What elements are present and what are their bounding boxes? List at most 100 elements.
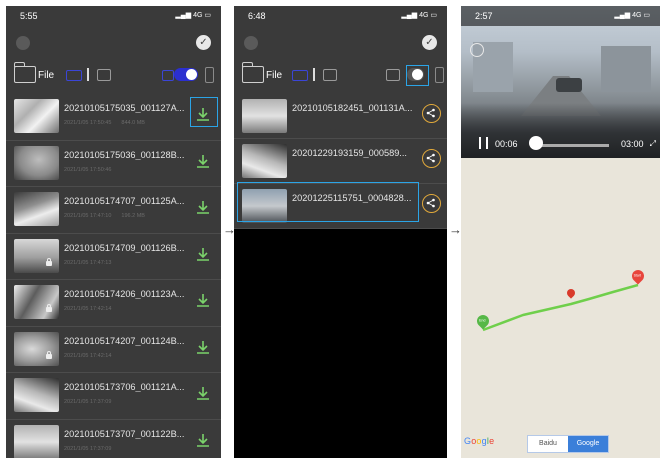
file-name: 20210105173706_001121A...: [64, 382, 185, 392]
file-name: 20210105173707_001122B...: [64, 428, 185, 439]
video-thumbnail: [14, 378, 59, 412]
video-scene-building: [601, 46, 651, 92]
lock-icon: [46, 304, 52, 312]
back-icon[interactable]: [16, 36, 30, 50]
nav-bar: ✓: [6, 28, 221, 58]
list-item[interactable]: 20210105173706_001121A... 2021/1/05 17:3…: [6, 373, 221, 420]
toggle-highlight: [406, 65, 429, 86]
toolbar-divider: [87, 68, 89, 81]
file-label[interactable]: File: [266, 70, 282, 81]
download-icon[interactable]: [193, 431, 213, 451]
list-item[interactable]: 20210105174709_001126B... 2021/1/05 17:4…: [6, 234, 221, 280]
video-thumbnail: [14, 145, 59, 180]
file-meta: 2021/1/05 17:50:45 844.0 MB: [64, 120, 145, 126]
nav-bar: ✓: [234, 28, 447, 58]
phone-screen-playback-map: 2:57 ▂▄▆ 4G ▭ 00:06 03:00 ⤢ End Start Go…: [461, 6, 660, 458]
file-name: 20210105182451_001131A...: [292, 103, 413, 113]
status-bar: 2:57 ▂▄▆ 4G ▭: [461, 6, 660, 26]
phone-screen-downloaded-list: 6:48 ▂▄▆ 4G ▭ ✓ File 20210105182451_0011…: [234, 6, 447, 458]
google-map-button[interactable]: Google: [568, 436, 608, 452]
status-time: 5:55: [20, 11, 38, 21]
photo-filter-icon[interactable]: [323, 69, 337, 81]
lock-icon: [46, 257, 52, 266]
download-icon[interactable]: [193, 338, 213, 358]
list-item[interactable]: 20210105174207_001124B... 2021/1/05 17:4…: [6, 327, 221, 373]
select-check-icon[interactable]: ✓: [196, 35, 211, 50]
mode-toggle[interactable]: [174, 68, 198, 81]
lock-icon: [46, 350, 52, 359]
toolbar-divider: [313, 68, 315, 81]
share-icon[interactable]: [422, 104, 441, 123]
video-scene-car: [556, 78, 582, 92]
video-filter-icon[interactable]: [292, 70, 308, 81]
video-thumbnail: [14, 99, 59, 133]
status-bar: 6:48 ▂▄▆ 4G ▭: [234, 6, 447, 26]
download-highlight: [190, 97, 218, 127]
fullscreen-icon[interactable]: ⤢: [650, 139, 656, 149]
file-name: 20210105174207_001124B...: [64, 335, 185, 346]
map-provider-switch: Baidu Google: [527, 435, 609, 453]
video-filter-icon[interactable]: [66, 70, 82, 81]
list-item[interactable]: 20210105175036_001128B... 2021/1/05 17:5…: [6, 141, 221, 187]
video-thumbnail: [14, 238, 59, 273]
download-icon[interactable]: [193, 384, 213, 404]
download-icon[interactable]: [193, 291, 213, 311]
total-time: 03:00: [621, 139, 644, 149]
video-thumbnail: [242, 99, 287, 133]
current-time: 00:06: [495, 139, 518, 149]
phone-storage-icon[interactable]: [205, 67, 214, 83]
baidu-map-button[interactable]: Baidu: [528, 436, 568, 452]
signal-indicator: ▂▄▆ 4G ▭: [401, 12, 437, 19]
file-meta: 2021/1/05 17:37:09: [64, 399, 112, 405]
list-item[interactable]: 20201229193159_000589...: [234, 139, 447, 184]
file-meta: 2021/1/05 17:42:14: [64, 352, 112, 359]
video-thumbnail: [14, 192, 59, 226]
file-meta: 2021/1/05 17:37:09: [64, 445, 112, 452]
file-meta: 2021/1/05 17:42:14: [64, 306, 112, 312]
file-meta: 2021/1/05 17:50:46: [64, 166, 112, 173]
select-check-icon[interactable]: ✓: [422, 35, 437, 50]
file-name: 20210105175036_001128B...: [64, 149, 185, 160]
back-icon[interactable]: [244, 36, 258, 50]
video-thumbnail: [14, 285, 59, 319]
back-icon[interactable]: [470, 43, 484, 57]
route-map[interactable]: End Start Google Baidu Google: [461, 158, 660, 458]
list-item[interactable]: 20210105173707_001122B... 2021/1/05 17:3…: [6, 420, 221, 458]
video-thumbnail: [242, 144, 287, 178]
list-item[interactable]: 20210105175035_001127A... 2021/1/05 17:5…: [6, 94, 221, 141]
file-name: 20201229193159_000589...: [292, 148, 407, 158]
file-toolbar: File: [6, 61, 221, 91]
file-name: 20210105174707_001125A...: [64, 196, 185, 206]
file-list: 20210105175035_001127A... 2021/1/05 17:5…: [6, 94, 221, 458]
video-thumbnail: [14, 424, 59, 458]
download-icon[interactable]: [193, 198, 213, 218]
status-time: 2:57: [475, 11, 493, 21]
share-icon[interactable]: [422, 149, 441, 168]
google-logo: Google: [464, 436, 495, 446]
file-label[interactable]: File: [38, 70, 54, 81]
share-icon[interactable]: [422, 194, 441, 213]
folder-icon[interactable]: [13, 62, 36, 83]
status-bar: 5:55 ▂▄▆ 4G ▭: [6, 6, 221, 26]
download-icon[interactable]: [193, 152, 213, 172]
lock-filter-icon[interactable]: [162, 70, 174, 81]
file-name: 20210105174709_001126B...: [64, 242, 185, 253]
video-thumbnail: [14, 331, 59, 366]
phone-storage-icon[interactable]: [435, 67, 444, 83]
file-meta: 2021/1/05 17:47:13: [64, 259, 112, 266]
list-item[interactable]: 20210105182451_001131A...: [234, 94, 447, 139]
list-item[interactable]: 20210105174707_001125A... 2021/1/05 17:4…: [6, 187, 221, 234]
download-icon[interactable]: [193, 245, 213, 265]
signal-indicator: ▂▄▆ 4G ▭: [175, 12, 211, 19]
camera-icon[interactable]: [386, 69, 400, 81]
route-line: [482, 283, 639, 332]
pause-icon[interactable]: [479, 136, 493, 154]
signal-indicator: ▂▄▆ 4G ▭: [614, 12, 650, 19]
list-item[interactable]: 20210105174206_001123A... 2021/1/05 17:4…: [6, 280, 221, 327]
photo-filter-icon[interactable]: [97, 69, 111, 81]
phone-screen-file-list: 5:55 ▂▄▆ 4G ▭ ✓ File 20210105175035_0011…: [6, 6, 221, 458]
file-name: 20210105175035_001127A...: [64, 103, 185, 113]
progress-bar[interactable]: [534, 144, 609, 147]
folder-icon[interactable]: [241, 62, 264, 83]
file-name: 20210105174206_001123A...: [64, 289, 185, 299]
